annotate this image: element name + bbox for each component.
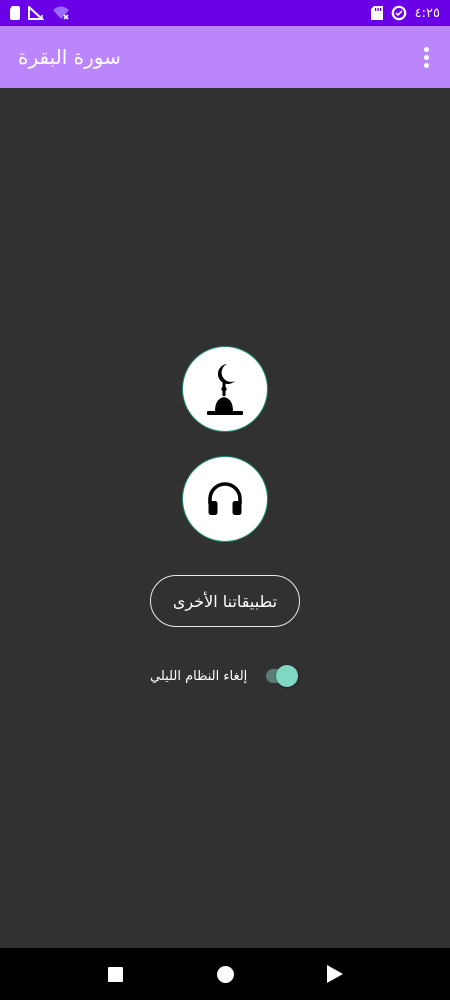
recent-apps-icon — [107, 966, 123, 982]
home-icon — [216, 965, 234, 983]
headphones-icon — [208, 482, 242, 515]
recent-apps-button[interactable] — [95, 954, 135, 994]
data-saver-icon — [391, 5, 406, 21]
back-icon — [327, 965, 343, 983]
status-bar: ٤:٢٥ — [0, 0, 450, 26]
night-mode-label: إلغاء النظام الليلي — [150, 668, 248, 684]
audio-button[interactable] — [182, 456, 268, 542]
other-apps-button[interactable]: تطبيقاتنا الأخرى — [150, 575, 300, 627]
overflow-menu-button[interactable] — [414, 37, 438, 77]
overflow-menu-dot — [423, 62, 429, 68]
night-mode-row: إلغاء النظام الليلي — [150, 663, 300, 689]
overflow-menu-icon — [423, 46, 429, 52]
app-bar: سورة البقرة — [0, 26, 450, 88]
sim-card-icon — [10, 6, 20, 20]
switch-thumb[interactable] — [276, 665, 298, 687]
main-content: تطبيقاتنا الأخرى إلغاء النظام الليلي — [0, 88, 450, 948]
signal-icon — [28, 6, 44, 20]
mosque-icon — [207, 364, 243, 415]
navigation-bar — [0, 948, 450, 1000]
sd-card-icon — [370, 6, 383, 20]
status-time: ٤:٢٥ — [414, 5, 440, 21]
home-button[interactable] — [205, 954, 245, 994]
status-right-icons: ٤:٢٥ — [370, 5, 440, 21]
back-button[interactable] — [315, 954, 355, 994]
overflow-menu-dot — [423, 54, 429, 60]
wifi-off-icon — [53, 6, 69, 20]
mosque-button[interactable] — [182, 346, 268, 432]
page-title: سورة البقرة — [18, 45, 121, 69]
status-left-icons — [10, 6, 70, 20]
night-mode-switch[interactable] — [264, 664, 300, 688]
other-apps-label: تطبيقاتنا الأخرى — [172, 591, 278, 611]
